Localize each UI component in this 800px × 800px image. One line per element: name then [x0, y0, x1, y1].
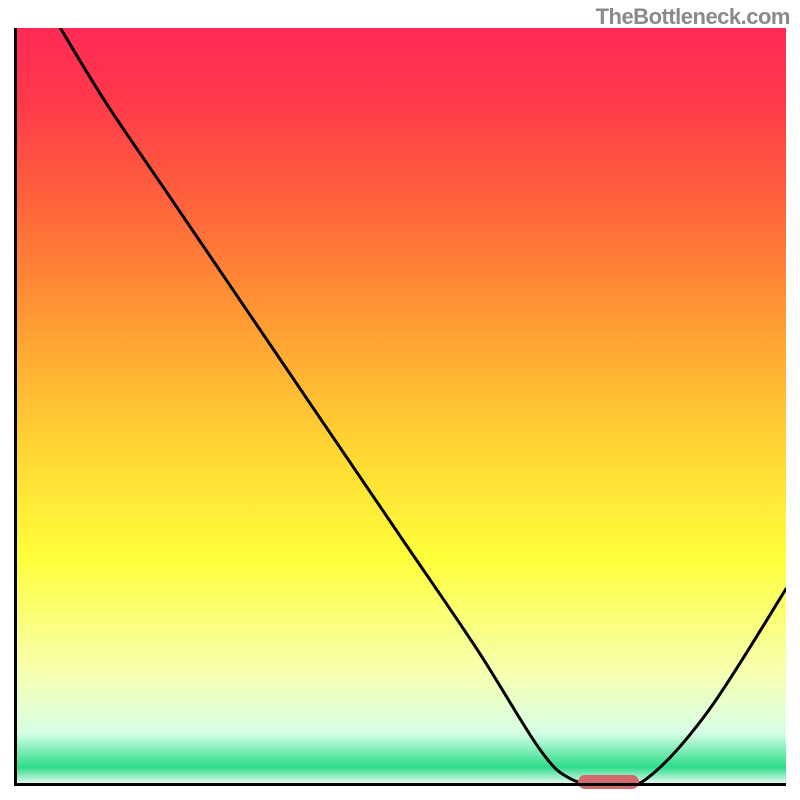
- y-axis: [14, 28, 17, 786]
- x-axis: [14, 783, 786, 786]
- chart-container: [14, 28, 786, 786]
- attribution-text: TheBottleneck.com: [596, 4, 790, 30]
- chart-line: [14, 28, 786, 786]
